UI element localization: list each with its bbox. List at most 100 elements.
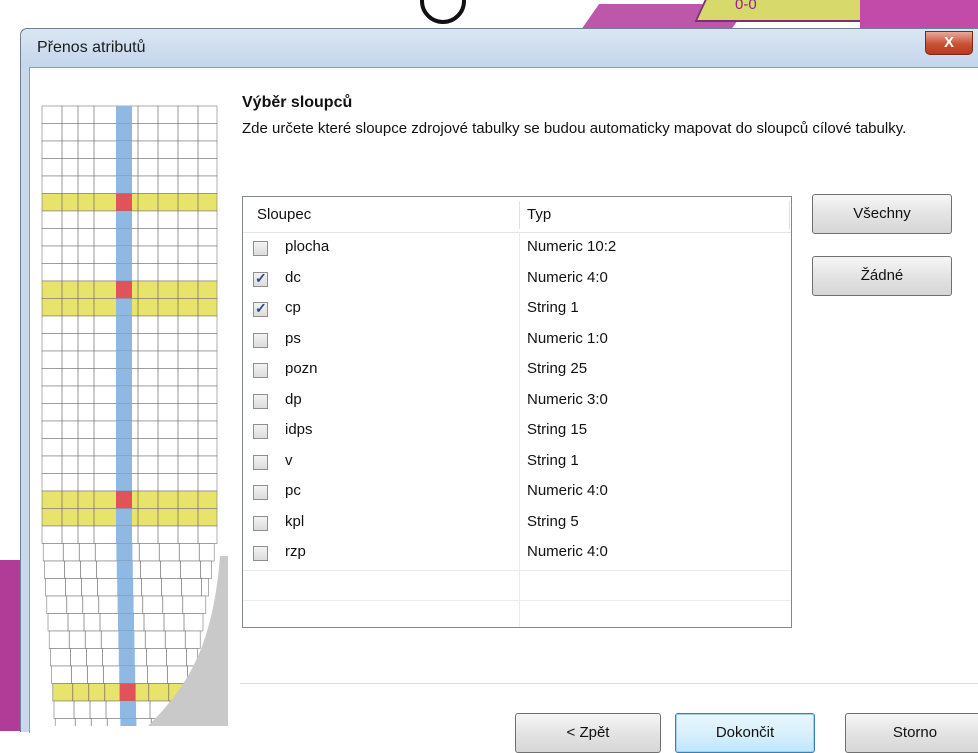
footer-separator <box>240 683 978 684</box>
sheet-highlight-cell <box>116 473 132 491</box>
column-name: idps <box>285 421 313 438</box>
list-item[interactable]: pozn String 25 <box>243 357 791 388</box>
section-description: Zde určete které sloupce zdrojové tabulk… <box>242 120 907 137</box>
column-name: ps <box>285 329 301 347</box>
column-type: String 5 <box>527 512 579 530</box>
column-name: dc <box>285 268 301 286</box>
sheet-highlight-cell <box>118 613 134 631</box>
sheet-highlight-cell <box>116 316 132 334</box>
list-item[interactable]: rzp Numeric 4:0 <box>243 540 791 571</box>
list-item[interactable]: ps Numeric 1:0 <box>243 327 791 358</box>
title-bar[interactable]: Přenos atributů X <box>21 29 978 67</box>
list-item[interactable]: dc Numeric 4:0 <box>243 266 791 297</box>
column-name: cp <box>285 299 301 316</box>
section-title: Výběr sloupců <box>242 94 353 111</box>
list-item[interactable]: cp String 1 <box>243 296 791 327</box>
row-checkbox[interactable] <box>253 546 268 561</box>
list-item[interactable]: v String 1 <box>243 449 791 480</box>
wizard-side-image <box>38 86 228 726</box>
sheet-highlight-cell <box>116 368 132 386</box>
column-list[interactable]: Sloupec Typ plocha Numeric 10:2 dc Numeric … <box>242 196 792 628</box>
sheet-highlight-cell <box>116 508 132 526</box>
header-divider <box>789 201 790 229</box>
sheet-highlight-cell <box>116 456 132 474</box>
list-item[interactable]: idps String 15 <box>243 418 791 449</box>
row-checkbox[interactable] <box>253 300 268 317</box>
column-name: pozn <box>285 360 318 377</box>
row-checkbox[interactable] <box>253 241 268 256</box>
background-map-edge <box>0 560 20 731</box>
sheet-highlight-cell <box>116 123 132 141</box>
sheet-highlight-cell <box>116 298 132 316</box>
column-name: kpl <box>285 512 305 530</box>
list-item[interactable]: pc Numeric 4:0 <box>243 479 791 510</box>
row-checkbox[interactable] <box>253 424 268 439</box>
row-checkbox[interactable] <box>253 515 268 531</box>
sheet-highlight-cell <box>116 543 133 561</box>
sheet-highlight-cell <box>117 578 134 596</box>
select-all-button[interactable]: Všechny <box>812 194 952 234</box>
header-divider <box>519 201 520 229</box>
column-type: Numeric 3:0 <box>527 390 608 408</box>
column-type: Numeric 1:0 <box>527 329 608 347</box>
sheet-highlight-cell <box>116 386 132 404</box>
sheet-highlight-cell <box>118 631 135 649</box>
sheet-highlight-cell <box>116 333 132 351</box>
sheet-highlight-cell <box>116 211 132 229</box>
column-name: plocha <box>285 238 330 255</box>
list-rows: plocha Numeric 10:2 dc Numeric 4:0 cp String … <box>243 235 791 571</box>
row-checkbox[interactable] <box>253 332 268 348</box>
list-header: Sloupec Typ <box>243 197 791 233</box>
sheet-highlight-cell <box>116 141 132 159</box>
column-name: dp <box>285 390 302 408</box>
map-ring-shape <box>420 0 466 24</box>
row-checkbox[interactable] <box>253 270 268 287</box>
sheet-highlight-cell <box>116 403 132 421</box>
list-item[interactable]: plocha Numeric 10:2 <box>243 235 791 266</box>
finish-button[interactable]: Dokončit <box>675 713 815 753</box>
sheet-highlight-cell <box>116 246 132 264</box>
row-checkbox[interactable] <box>253 485 268 500</box>
column-type: Numeric 10:2 <box>527 238 617 255</box>
column-header-typ[interactable]: Typ <box>527 197 551 232</box>
sheet-highlight-cell <box>120 718 137 726</box>
cancel-button[interactable]: Storno <box>845 713 978 753</box>
row-checkbox[interactable] <box>253 393 268 409</box>
sheet-highlight-cell <box>116 351 132 369</box>
column-type: String 1 <box>527 451 579 469</box>
empty-row-line <box>243 570 791 571</box>
sheet-highlight-cell <box>116 176 132 194</box>
column-type: String 15 <box>527 421 588 438</box>
sheet-highlight-cell <box>116 193 132 211</box>
row-checkbox[interactable] <box>253 454 268 470</box>
sheet-highlight-cell <box>120 701 136 719</box>
sheet-highlight-cell <box>116 421 132 439</box>
empty-row-line <box>243 600 791 601</box>
row-checkbox[interactable] <box>253 363 268 378</box>
close-button[interactable]: X <box>925 31 973 55</box>
column-name: pc <box>285 482 301 499</box>
sheet-highlight-cell <box>116 438 132 456</box>
sheet-highlight-cell <box>118 648 135 666</box>
dialog-window: Přenos atributů X Výběr sloupců Zde urče… <box>20 28 978 753</box>
column-name: rzp <box>285 543 306 560</box>
map-label: 0-0 <box>735 0 757 13</box>
sheet-highlight-cell <box>119 683 136 701</box>
back-button[interactable]: < Zpět <box>515 713 661 753</box>
sheet-highlight-cell <box>116 228 132 246</box>
sheet-highlight-cell <box>116 158 132 176</box>
sheet-highlight-cell <box>116 263 132 281</box>
sheet-highlight-cell <box>119 666 136 684</box>
list-item[interactable]: dp Numeric 3:0 <box>243 388 791 419</box>
column-name: v <box>285 451 293 469</box>
column-type: Numeric 4:0 <box>527 268 608 286</box>
sheet-highlight-cell <box>116 281 132 299</box>
window-title: Přenos atributů <box>37 39 146 56</box>
column-header-sloupec[interactable]: Sloupec <box>257 197 311 232</box>
sheet-highlight-cell <box>117 596 134 614</box>
sheet-highlight-cell <box>116 491 132 509</box>
list-item[interactable]: kpl String 5 <box>243 510 791 541</box>
select-none-button[interactable]: Žádné <box>812 256 952 296</box>
spreadsheet-illustration <box>41 105 228 726</box>
column-type: Numeric 4:0 <box>527 482 608 499</box>
